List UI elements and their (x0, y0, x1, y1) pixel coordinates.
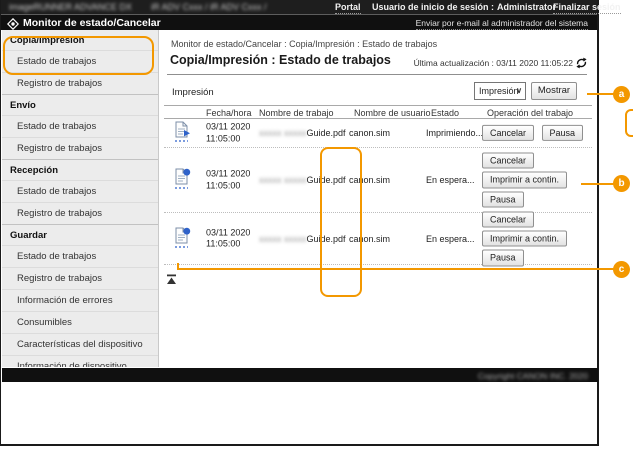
job-name: xxxxx xxxxxGuide.pdf (259, 128, 346, 138)
sidebar-header-store: Guardar (2, 224, 158, 245)
job-actions: Cancelar Pausa (482, 124, 588, 142)
job-actions: Cancelar Imprimir a contin. Pausa (482, 208, 568, 269)
job-user: canon.sim (349, 175, 391, 185)
sidebar-item-job-status-receive[interactable]: Estado de trabajos (2, 180, 158, 202)
job-status: En espera... (426, 175, 475, 185)
table-row: 03/11 2020 11:05:00 xxxxx xxxxxGuide.pdf… (164, 148, 592, 213)
sidebar-item-job-status-store[interactable]: Estado de trabajos (2, 245, 158, 267)
login-user-label: Usuario de inicio de sesión : (372, 2, 495, 12)
last-update-text: Última actualización : 03/11 2020 11:05:… (413, 58, 573, 68)
col-header-user-name: Nombre de usuario (354, 108, 431, 118)
sidebar-item-job-status-copy-print[interactable]: Estado de trabajos (2, 50, 158, 72)
jobs-table-header: Fecha/hora Nombre de trabajo Nombre de u… (164, 105, 592, 119)
print-section-label: Impresión (172, 87, 214, 98)
job-datetime: 03/11 2020 11:05:00 (206, 121, 251, 143)
breadcrumb: Monitor de estado/Cancelar : Copia/Impre… (171, 39, 438, 49)
top-bar: imageRUNNER ADVANCE DX iR ADV Cxxx / iR … (1, 0, 621, 14)
sidebar-item-job-log-receive[interactable]: Registro de trabajos (2, 202, 158, 224)
pause-button[interactable]: Pausa (541, 124, 584, 142)
pause-button[interactable]: Pausa (482, 249, 524, 267)
job-waiting-icon (173, 168, 191, 192)
job-type-select[interactable]: Impresión ∨ (474, 82, 526, 100)
sidebar-item-job-status-send[interactable]: Estado de trabajos (2, 115, 158, 137)
app-title: Monitor de estado/Cancelar (23, 17, 161, 29)
sidebar-item-device-features[interactable]: Características del dispositivo (2, 333, 158, 355)
sidebar-header-copy-print: Copia/Impresión (10, 35, 85, 46)
cancel-button[interactable]: Cancelar (482, 152, 535, 169)
job-printing-icon (173, 121, 191, 145)
job-status: En espera... (426, 233, 475, 244)
sidebar: Copia/Impresión Estado de trabajos Regis… (2, 30, 159, 367)
callout-line-b (581, 183, 615, 185)
col-header-datetime: Fecha/hora (206, 108, 252, 118)
job-user: canon.sim (349, 233, 391, 244)
job-actions: Cancelar Imprimir a contin. Pausa (482, 149, 568, 210)
table-row: 03/11 2020 11:05:00 xxxxx xxxxxGuide.pdf… (164, 210, 592, 267)
col-header-job-name: Nombre de trabajo (259, 108, 334, 118)
print-next-button[interactable]: Imprimir a contin. (482, 230, 568, 247)
manual-figure: imageRUNNER ADVANCE DX iR ADV Cxxx / iR … (0, 0, 633, 451)
cancel-button[interactable]: Cancelar (482, 210, 535, 228)
callout-letter-b: b (613, 175, 630, 192)
job-datetime: 03/11 2020 11:05:00 (206, 168, 251, 190)
sidebar-header-receive: Recepción (2, 159, 158, 180)
sidebar-item-consumables[interactable]: Consumibles (2, 311, 158, 333)
device-name-blurred: imageRUNNER ADVANCE DX (9, 2, 132, 12)
sidebar-item-job-log-send[interactable]: Registro de trabajos (2, 137, 158, 159)
title-divider (167, 74, 587, 75)
callout-letter-c: c (613, 261, 630, 278)
callout-line-c-horizontal (177, 268, 615, 270)
job-user: canon.sim (349, 128, 391, 138)
show-button[interactable]: Mostrar (531, 82, 577, 100)
main-content: Monitor de estado/Cancelar : Copia/Impre… (159, 30, 599, 368)
sidebar-header-send: Envío (2, 94, 158, 115)
chevron-down-icon: ∨ (516, 86, 522, 95)
table-row: 03/11 2020 11:05:00 xxxxx xxxxxGuide.pdf… (164, 119, 592, 148)
page-title: Copia/Impresión : Estado de trabajos (170, 53, 391, 67)
print-next-button[interactable]: Imprimir a contin. (482, 171, 568, 189)
callout-ring-filter (625, 109, 633, 137)
cancel-button[interactable]: Cancelar (482, 124, 535, 142)
callout-line-a (587, 93, 615, 95)
job-status: Imprimiendo... (426, 128, 484, 138)
sidebar-item-error-information[interactable]: Información de errores (2, 289, 158, 311)
app-bar: Monitor de estado/Cancelar Enviar por e-… (1, 14, 597, 31)
job-type-select-value: Impresión (479, 86, 519, 96)
logout-link[interactable]: Finalizar sesión (553, 2, 621, 14)
back-to-top-icon[interactable] (166, 272, 177, 290)
footer-bar: Copyright CANON INC. 2020 (2, 368, 598, 382)
job-datetime: 03/11 2020 11:05:00 (206, 226, 251, 249)
callout-letter-a: a (613, 86, 630, 103)
pause-button[interactable]: Pausa (482, 191, 524, 208)
job-name: xxxxx xxxxxGuide.pdf (259, 233, 346, 244)
sidebar-item-job-log-store[interactable]: Registro de trabajos (2, 267, 158, 289)
email-admin-link[interactable]: Enviar por e-mail al administrador del s… (415, 18, 588, 30)
remote-ui-page: imageRUNNER ADVANCE DX iR ADV Cxxx / iR … (0, 0, 621, 446)
portal-link[interactable]: Portal (335, 2, 361, 14)
sidebar-item-device-information[interactable]: Información de dispositivo (2, 355, 158, 367)
login-user-name: Administrator (497, 2, 557, 12)
col-header-status: Estado (431, 108, 460, 118)
job-name: xxxxx xxxxxGuide.pdf (259, 175, 346, 185)
copyright-text-blurred: Copyright CANON INC. 2020 (477, 371, 588, 381)
device-models-blurred: iR ADV Cxxx / iR ADV Cxxx / (151, 2, 267, 12)
sidebar-item-job-log-copy-print[interactable]: Registro de trabajos (2, 72, 158, 94)
job-waiting-icon (173, 227, 191, 251)
refresh-icon[interactable] (575, 56, 588, 74)
col-header-job-operation: Operación del trabajo (487, 108, 574, 118)
